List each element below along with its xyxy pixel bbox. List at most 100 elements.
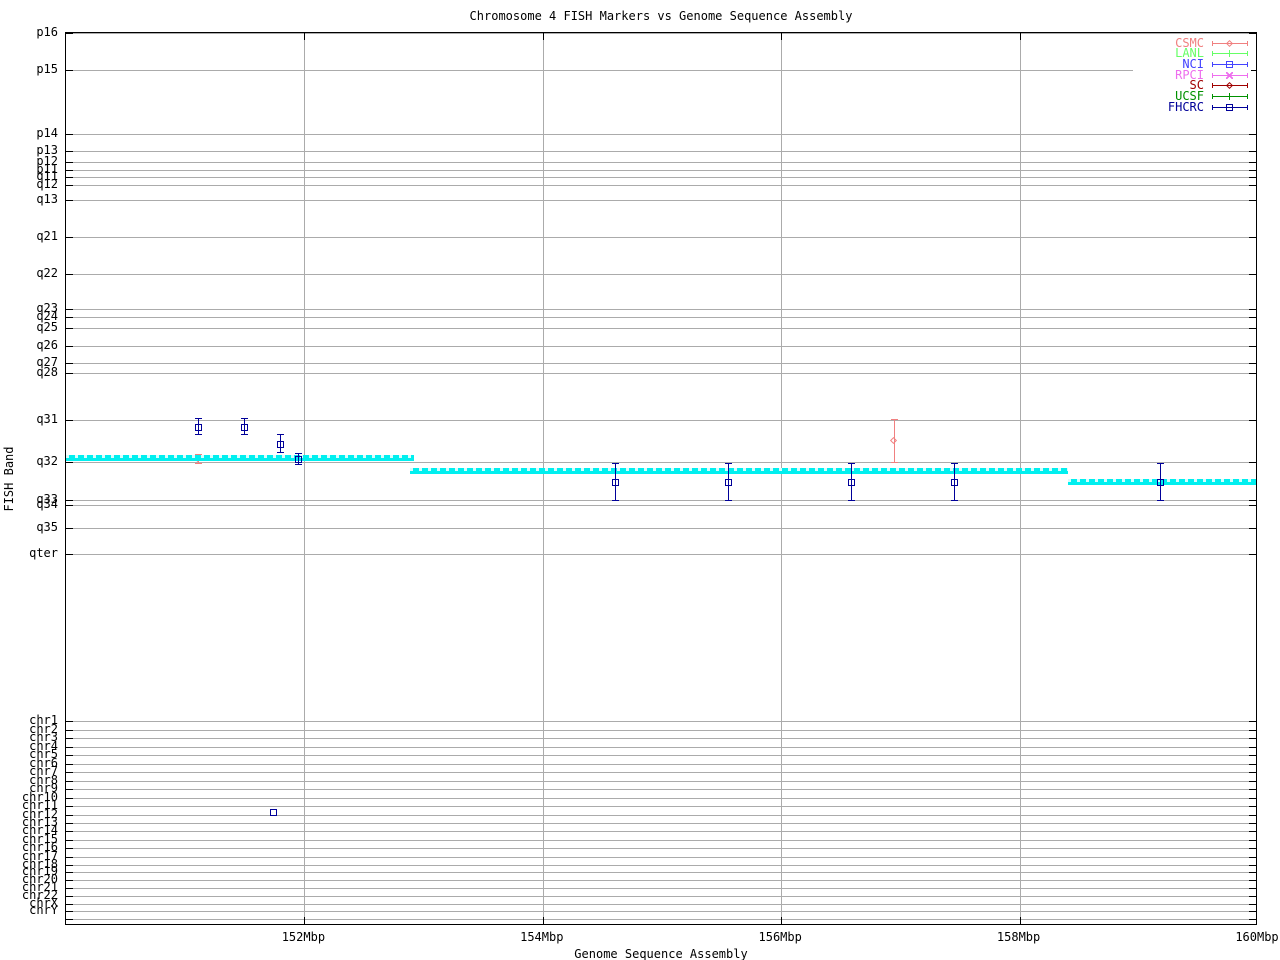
x-tick-bottom	[304, 917, 306, 924]
y-tick-right	[1249, 500, 1256, 501]
y-tick-label: q34	[36, 497, 58, 511]
square-marker-icon	[241, 423, 249, 431]
square-marker-icon	[269, 808, 277, 816]
diamond-marker-icon	[1225, 39, 1234, 47]
error-bar-cap	[950, 500, 958, 501]
gridline-horizontal	[66, 772, 1256, 773]
y-tick-left	[66, 903, 73, 905]
x-tick-label: 160Mbp	[1235, 930, 1279, 944]
y-tick-right	[1249, 738, 1256, 739]
legend-errorbar-cap-icon	[1212, 94, 1213, 99]
gridline-horizontal	[66, 500, 1256, 501]
gridline-horizontal	[66, 888, 1256, 889]
y-tick-left	[66, 505, 73, 506]
legend-errorbar-cap-icon	[1247, 83, 1248, 89]
y-tick-left	[66, 151, 73, 152]
gridline-horizontal	[66, 856, 1256, 858]
y-tick-left	[66, 70, 73, 71]
gridline-horizontal	[66, 789, 1256, 790]
y-tick-left	[66, 806, 73, 807]
y-tick-left	[66, 738, 73, 739]
y-tick-right	[1249, 721, 1256, 722]
y-tick-right	[1249, 814, 1256, 816]
y-tick-right	[1249, 888, 1256, 889]
y-tick-right	[1249, 895, 1256, 897]
y-tick-left	[66, 346, 73, 347]
y-tick-right	[1249, 872, 1256, 873]
gridline-horizontal	[66, 554, 1256, 555]
y-tick-right	[1249, 789, 1256, 790]
gridline-horizontal	[66, 721, 1256, 722]
gridline-horizontal	[66, 346, 1256, 347]
gridline-horizontal	[66, 134, 1256, 135]
y-tick-label: qter	[29, 546, 58, 560]
y-tick-right	[1249, 170, 1256, 171]
y-tick-left	[66, 363, 73, 364]
y-tick-left	[66, 462, 73, 463]
error-bar-cap	[194, 418, 202, 419]
plot-area	[65, 32, 1257, 925]
y-tick-right	[1249, 911, 1256, 912]
error-bar-cap	[612, 463, 619, 464]
y-tick-left	[66, 895, 73, 897]
gridline-horizontal	[66, 797, 1256, 799]
y-tick-label: q25	[36, 320, 58, 334]
y-tick-right	[1249, 134, 1256, 135]
y-tick-right	[1249, 420, 1256, 421]
y-tick-label: p16	[36, 25, 58, 39]
y-tick-left	[66, 888, 73, 889]
gridline-horizontal	[66, 363, 1256, 364]
y-tick-right	[1249, 373, 1256, 374]
x-tick-label: 156Mbp	[758, 930, 802, 944]
y-tick-label: q28	[36, 365, 58, 379]
error-bar-cap	[194, 434, 202, 435]
legend-sample	[1212, 38, 1248, 49]
y-tick-right	[1249, 763, 1256, 765]
error-bar-cap	[890, 462, 898, 463]
y-tick-left	[66, 780, 73, 782]
y-tick-label: q12	[36, 177, 58, 191]
y-tick-left	[66, 420, 73, 421]
y-tick-right	[1249, 462, 1256, 463]
gridline-horizontal	[66, 462, 1256, 463]
gridline-horizontal	[66, 911, 1256, 912]
y-tick-left	[66, 33, 73, 34]
gridline-horizontal	[66, 151, 1256, 152]
x-tick-bottom	[781, 917, 783, 924]
y-tick-right	[1249, 856, 1256, 858]
y-tick-right	[1249, 328, 1256, 329]
error-bar-cap	[725, 500, 733, 501]
gridline-horizontal	[66, 738, 1256, 739]
y-tick-right	[1249, 746, 1256, 748]
y-tick-right	[1249, 729, 1256, 731]
y-tick-right	[1249, 151, 1256, 152]
y-tick-left	[66, 200, 73, 201]
y-tick-right	[1249, 317, 1256, 318]
legend-sample	[1212, 102, 1248, 113]
error-bar-cap	[277, 434, 285, 435]
gridline-horizontal	[66, 317, 1256, 318]
y-tick-right	[1249, 177, 1256, 178]
square-marker-icon	[950, 478, 958, 486]
square-marker-icon	[1226, 103, 1233, 111]
gridline-horizontal	[66, 763, 1256, 765]
y-tick-right	[1249, 839, 1256, 841]
y-tick-right	[1249, 346, 1256, 347]
x-tick-top	[542, 33, 544, 40]
y-tick-left	[66, 831, 73, 832]
gridline-horizontal	[66, 373, 1256, 374]
error-bar-cap	[612, 500, 619, 501]
gridline-horizontal	[66, 162, 1256, 163]
square-marker-icon	[612, 478, 619, 486]
y-tick-left	[66, 729, 73, 731]
y-tick-left	[66, 814, 73, 816]
gridline-horizontal	[66, 918, 1256, 920]
gridline-horizontal	[66, 729, 1256, 731]
gridline-horizontal	[66, 33, 1256, 34]
y-tick-right	[1249, 864, 1256, 866]
y-tick-left	[66, 763, 73, 765]
y-tick-label: q31	[36, 412, 58, 426]
gridline-horizontal	[66, 780, 1256, 782]
y-tick-label: p15	[36, 62, 58, 76]
legend-sample	[1212, 70, 1248, 81]
